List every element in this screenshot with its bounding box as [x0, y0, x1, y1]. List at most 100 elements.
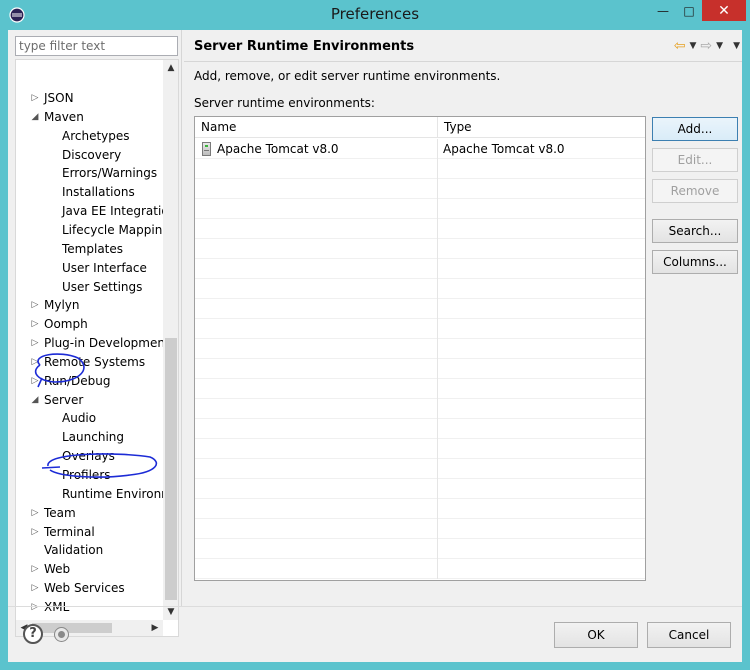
tree-item-label: Web Services: [44, 581, 125, 596]
tree-item-label: Lifecycle Mapping: [62, 222, 164, 237]
table-row: [195, 379, 645, 399]
remove-button[interactable]: Remove: [652, 179, 738, 203]
cancel-button[interactable]: Cancel: [647, 622, 731, 648]
tree-item[interactable]: ▷XML: [16, 598, 164, 617]
filter-input[interactable]: [15, 36, 178, 56]
forward-arrow-icon[interactable]: ⇨: [700, 38, 712, 54]
expand-arrow-icon[interactable]: ▷: [30, 353, 40, 372]
expand-arrow-icon[interactable]: ▷: [30, 334, 40, 353]
edit-button[interactable]: Edit...: [652, 148, 738, 172]
panel-divider[interactable]: [181, 30, 182, 606]
page-navigation: ⇦ ▼ ⇨ ▼ ▼: [674, 38, 740, 54]
tree-item[interactable]: Overlays: [16, 447, 164, 466]
tree-item[interactable]: Java EE Integratio: [16, 202, 164, 221]
tree-item[interactable]: ▷ Terminal: [16, 523, 164, 542]
scroll-up-icon[interactable]: ▲: [163, 60, 178, 76]
table-cell-divider: [195, 519, 438, 539]
tree-item-label: Profilers: [62, 468, 111, 482]
tree-item-label: Mylyn: [44, 298, 80, 313]
back-dropdown-icon[interactable]: ▼: [690, 41, 697, 51]
expand-arrow-icon[interactable]: ▷: [30, 504, 40, 523]
collapse-arrow-icon[interactable]: ◢: [30, 108, 40, 127]
tree-item-label: User Interface: [62, 260, 147, 275]
column-header-name[interactable]: Name: [195, 117, 438, 138]
expand-arrow-icon[interactable]: ▷: [30, 315, 40, 334]
forward-dropdown-icon[interactable]: ▼: [716, 41, 723, 51]
table-cell-divider: [195, 179, 438, 199]
table-cell-divider: [195, 559, 438, 579]
table-row: [195, 499, 645, 519]
tree-item-label: Errors/Warnings: [62, 166, 158, 181]
table-row: [195, 439, 645, 459]
tree-item-label: Runtime Environm: [62, 486, 164, 501]
tree-item[interactable]: Audio: [16, 409, 164, 428]
tree-item[interactable]: ◢ Server: [16, 391, 164, 410]
runtime-type-cell: Apache Tomcat v8.0: [443, 142, 565, 156]
table-cell-divider: [195, 379, 438, 399]
tree-item[interactable]: ▷ Plug-in Development: [16, 334, 164, 353]
tree-item[interactable]: ▷ Web Services: [16, 579, 164, 598]
table-cell-divider: [195, 439, 438, 459]
table-row[interactable]: Apache Tomcat v8.0 Apache Tomcat v8.0: [195, 139, 645, 159]
tree-item[interactable]: ▷ Oomph: [16, 315, 164, 334]
table-cell-divider: [195, 399, 438, 419]
tree-item[interactable]: User Settings: [16, 278, 164, 297]
ok-button[interactable]: OK: [554, 622, 638, 648]
columns-button[interactable]: Columns...: [652, 250, 738, 274]
tree-item[interactable]: Profilers: [16, 466, 164, 485]
close-button[interactable]: ✕: [702, 0, 746, 21]
tree-item[interactable]: ▷ Remote Systems: [16, 353, 164, 372]
tree-item[interactable]: ▷ Mylyn: [16, 296, 164, 315]
table-cell-divider: [195, 479, 438, 499]
expand-arrow-icon[interactable]: ▷: [30, 598, 40, 617]
help-icon[interactable]: ?: [23, 624, 43, 644]
tree-item[interactable]: Runtime Environm: [16, 485, 164, 504]
title-bar[interactable]: Preferences — □ ✕: [0, 0, 750, 30]
back-arrow-icon[interactable]: ⇦: [674, 38, 686, 54]
tree-item-label: Audio: [62, 411, 97, 426]
tree-item[interactable]: User Interface: [16, 259, 164, 278]
tree-item[interactable]: Archetypes: [16, 127, 164, 146]
tree-item[interactable]: Installations: [16, 183, 164, 202]
expand-arrow-icon[interactable]: ▷: [30, 523, 40, 542]
scroll-thumb[interactable]: [165, 338, 177, 600]
table-cell-divider: [195, 299, 438, 319]
collapse-arrow-icon[interactable]: ◢: [30, 391, 40, 410]
table-cell-divider: [195, 279, 438, 299]
tree-item[interactable]: ▷ Team: [16, 504, 164, 523]
tree-item-label: JSON: [44, 91, 74, 105]
tree-item[interactable]: ◢ Maven: [16, 108, 164, 127]
tree-item[interactable]: Discovery: [16, 146, 164, 165]
tree-item-label: User Settings: [62, 279, 143, 294]
expand-arrow-icon[interactable]: ▷: [30, 89, 40, 108]
expand-arrow-icon[interactable]: ▷: [30, 372, 40, 391]
tree-item[interactable]: ▷ JSON: [16, 89, 164, 108]
tree-item[interactable]: ▷ Run/Debug: [16, 372, 164, 391]
tree-item[interactable]: Templates: [16, 240, 164, 259]
table-row: [195, 319, 645, 339]
table-row: [195, 219, 645, 239]
tree-item[interactable]: Launching: [16, 428, 164, 447]
tree-vertical-scrollbar[interactable]: ▲ ▼: [163, 60, 178, 620]
tree-item[interactable]: Lifecycle Mapping: [16, 221, 164, 240]
tree-item[interactable]: ▷ Web: [16, 560, 164, 579]
maximize-button[interactable]: □: [676, 0, 702, 21]
column-header-type[interactable]: Type: [438, 117, 645, 138]
tree-item[interactable]: Validation: [16, 541, 164, 560]
minimize-button[interactable]: —: [650, 0, 676, 21]
view-menu-icon[interactable]: ▼: [733, 41, 740, 51]
table-row: [195, 559, 645, 579]
expand-arrow-icon[interactable]: ▷: [30, 560, 40, 579]
search-button[interactable]: Search...: [652, 219, 738, 243]
preference-tree: ▷ JSON ◢ Maven Archetypes Discovery Errors/War…: [15, 59, 179, 637]
table-row: [195, 279, 645, 299]
tree-item[interactable]: Errors/Warnings: [16, 164, 164, 183]
tree-item-label: XML: [44, 598, 69, 617]
tree-item-label: Installations: [62, 185, 135, 200]
add-button[interactable]: Add...: [652, 117, 738, 141]
record-icon[interactable]: [54, 627, 69, 642]
expand-arrow-icon[interactable]: ▷: [30, 579, 40, 598]
scroll-right-icon[interactable]: ▶: [147, 620, 163, 636]
expand-arrow-icon[interactable]: ▷: [30, 296, 40, 315]
scroll-thumb-horizontal[interactable]: [32, 623, 112, 633]
